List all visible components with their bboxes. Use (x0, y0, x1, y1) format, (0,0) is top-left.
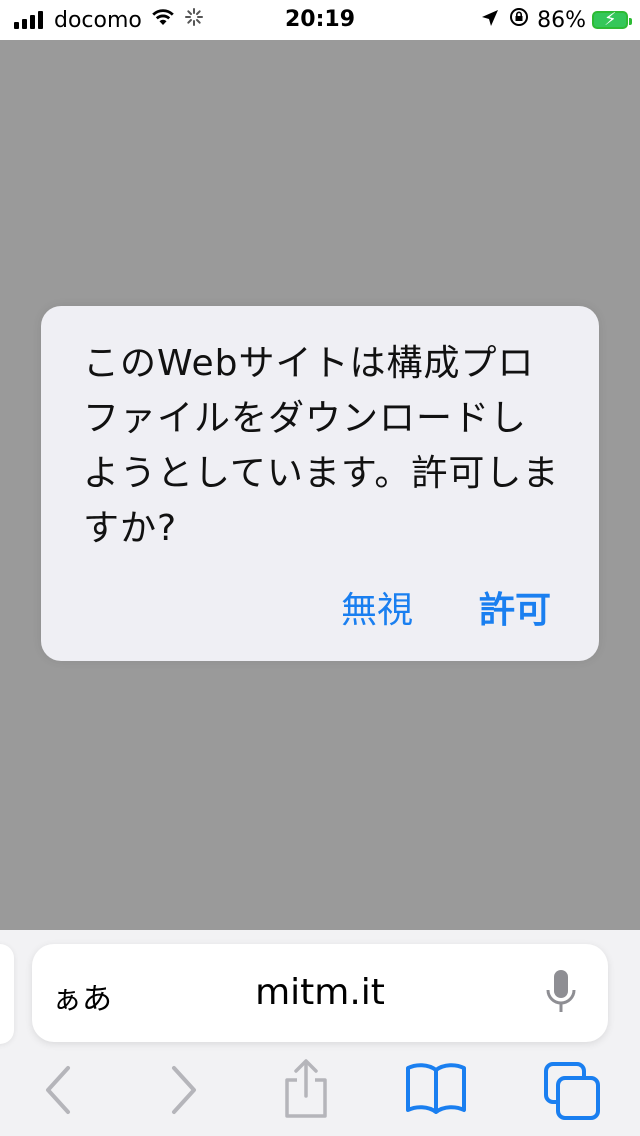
battery-charging-icon: ⚡ (592, 9, 632, 30)
browser-bottom-bar: ぁあ mitm.it (0, 930, 640, 1136)
toolbar (0, 1056, 640, 1136)
alert-message: このWebサイトは構成プロファイルをダウンロードしようとしています。許可しますか… (83, 343, 560, 549)
profile-download-alert: このWebサイトは構成プロファイルをダウンロードしようとしています。許可しますか… (41, 306, 599, 661)
tabs-icon[interactable] (542, 1062, 602, 1124)
status-bar-right: 86% ⚡ (481, 7, 632, 33)
status-bar: docomo 20:19 86% ⚡ (0, 0, 640, 40)
microphone-icon[interactable] (544, 968, 578, 1022)
bookmarks-icon[interactable] (404, 1062, 468, 1118)
orientation-lock-icon (509, 7, 529, 33)
location-arrow-icon (481, 8, 499, 33)
forward-icon[interactable] (166, 1064, 202, 1120)
previous-tab-edge[interactable] (0, 944, 14, 1044)
ignore-button[interactable]: 無視 (341, 581, 413, 633)
allow-button[interactable]: 許可 (479, 581, 551, 633)
url-text[interactable]: mitm.it (32, 972, 608, 1013)
battery-percent: 86% (537, 7, 586, 33)
share-icon[interactable] (281, 1058, 331, 1124)
address-bar[interactable]: ぁあ mitm.it (32, 944, 608, 1042)
back-icon[interactable] (40, 1064, 76, 1120)
